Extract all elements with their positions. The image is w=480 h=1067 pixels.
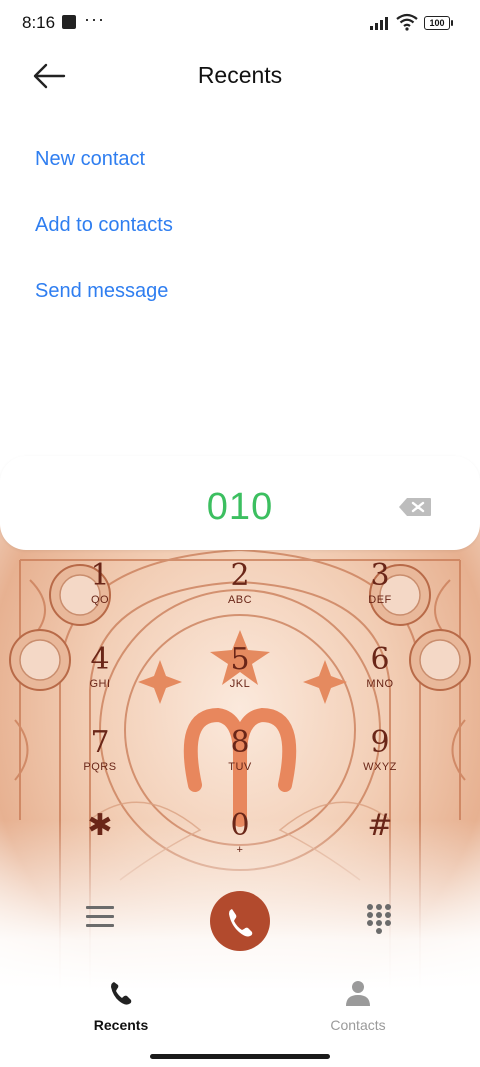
nav-recents-label: Recents: [93, 1017, 149, 1033]
key-letters: +: [236, 844, 244, 856]
nav-contacts-label: Contacts: [330, 1017, 386, 1033]
key-1[interactable]: 1 QO: [55, 560, 145, 630]
home-indicator[interactable]: [150, 1054, 330, 1059]
key-letters: TUV: [228, 761, 252, 773]
key-digit: 5: [230, 642, 250, 677]
key-letters: MNO: [366, 678, 394, 690]
status-time: 8:16: [22, 13, 56, 32]
add-to-contacts-link[interactable]: Add to contacts: [35, 214, 173, 237]
number-display: 010: [0, 456, 480, 550]
key-0[interactable]: 0 +: [195, 810, 285, 880]
key-letters: ABC: [227, 594, 253, 606]
key-digit: 4: [90, 642, 110, 677]
key-digit: 9: [370, 725, 390, 760]
key-8[interactable]: 8 TUV: [195, 727, 285, 797]
key-letters: QO: [90, 594, 110, 606]
key-hash[interactable]: #: [335, 810, 425, 880]
wifi-icon: [396, 13, 418, 31]
key-letters: DEF: [368, 594, 392, 606]
key-letters: WXYZ: [363, 761, 397, 773]
key-letters: PQRS: [83, 761, 117, 773]
more-notifications-icon: ···: [84, 9, 105, 29]
status-bar: 8:16 ··· 100: [0, 0, 480, 46]
signal-icon: [370, 16, 392, 30]
key-digit: 0: [230, 808, 250, 843]
key-7[interactable]: 7 PQRS: [55, 727, 145, 797]
keypad-toggle-icon[interactable]: [367, 904, 393, 934]
battery-icon: 100: [424, 16, 453, 30]
key-digit: 7: [90, 725, 110, 760]
nav-contacts[interactable]: Contacts: [298, 978, 418, 1033]
key-letters: JKL: [229, 678, 251, 690]
backspace-icon[interactable]: [398, 497, 432, 517]
key-9[interactable]: 9 WXYZ: [335, 727, 425, 797]
key-3[interactable]: 3 DEF: [335, 560, 425, 630]
person-icon: [346, 981, 370, 1006]
key-2[interactable]: 2 ABC: [195, 560, 285, 630]
key-star[interactable]: ✱: [55, 810, 145, 880]
menu-icon[interactable]: [86, 906, 114, 932]
page-title: Recents: [197, 62, 283, 88]
key-6[interactable]: 6 MNO: [335, 644, 425, 714]
key-digit: 3: [370, 558, 390, 593]
phone-call-icon: [229, 909, 253, 937]
key-digit: 8: [230, 725, 250, 760]
key-digit: 1: [90, 558, 110, 593]
key-letters: GHI: [89, 678, 111, 690]
key-digit: ✱: [87, 808, 113, 843]
new-contact-link[interactable]: New contact: [35, 148, 145, 171]
call-button[interactable]: [210, 891, 270, 951]
key-5[interactable]: 5 JKL: [195, 644, 285, 714]
nav-recents[interactable]: Recents: [61, 978, 181, 1033]
send-message-link[interactable]: Send message: [35, 280, 168, 303]
key-4[interactable]: 4 GHI: [55, 644, 145, 714]
phone-icon: [111, 982, 132, 1005]
notification-icon: [62, 15, 76, 29]
key-digit: 2: [230, 558, 250, 593]
key-digit: #: [367, 808, 393, 843]
key-digit: 6: [370, 642, 390, 677]
